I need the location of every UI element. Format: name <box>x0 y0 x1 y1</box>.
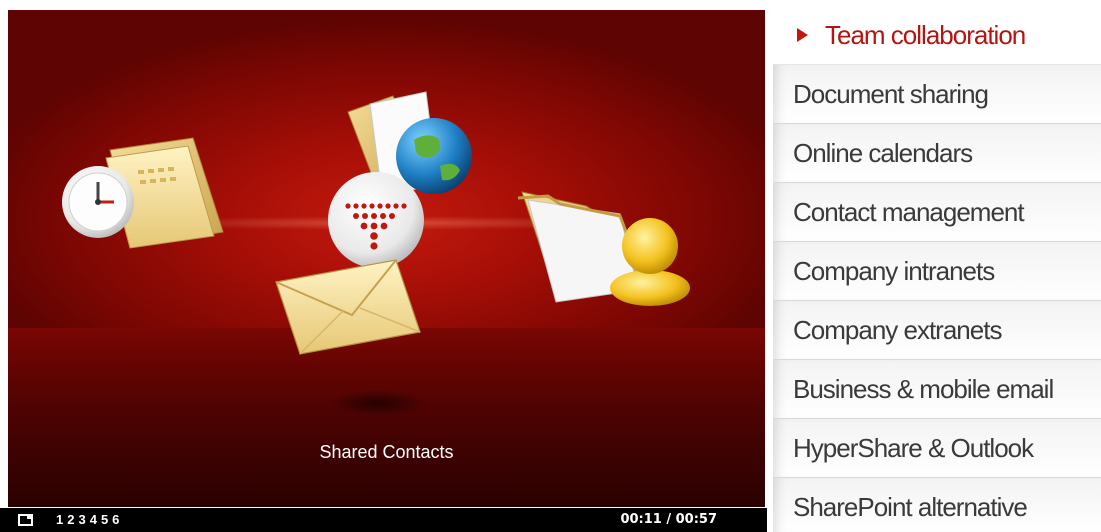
menu-item-label: Business & mobile email <box>793 374 1054 404</box>
menu-item-label: Team collaboration <box>825 20 1026 50</box>
menu-item-company-intranets[interactable]: Company intranets <box>773 242 1101 301</box>
calendar-clock-icon <box>62 137 224 249</box>
menu-item-contact-management[interactable]: Contact management <box>773 183 1101 242</box>
fullscreen-icon[interactable] <box>18 514 33 526</box>
video-stage[interactable]: Shared Contacts <box>8 10 765 507</box>
play-arrow-icon <box>797 28 808 42</box>
menu-item-label: Contact management <box>793 197 1025 227</box>
icon-shadow <box>330 390 426 416</box>
menu-item-sharepoint-alternative[interactable]: SharePoint alternative <box>773 478 1101 532</box>
menu-item-label: SharePoint alternative <box>793 492 1028 522</box>
video-player: Shared Contacts 1 2 3 4 5 6 00:11 / 00:5… <box>0 0 767 532</box>
chapter-4-button[interactable]: 4 <box>90 512 97 527</box>
chapter-5-button[interactable]: 5 <box>101 512 108 527</box>
menu-item-document-sharing[interactable]: Document sharing <box>773 65 1101 124</box>
chapter-1-button[interactable]: 1 <box>56 512 63 527</box>
menu-item-label: Company intranets <box>793 256 995 286</box>
video-caption: Shared Contacts <box>319 442 454 462</box>
menu-item-team-collaboration[interactable]: Team collaboration <box>773 6 1101 65</box>
chapter-3-button[interactable]: 3 <box>78 512 85 527</box>
menu-item-company-extranets[interactable]: Company extranets <box>773 301 1101 360</box>
feature-menu: Team collaboration Document sharing Onli… <box>767 0 1101 532</box>
menu-item-online-calendars[interactable]: Online calendars <box>773 124 1101 183</box>
hypershare-logo-icon <box>328 172 424 268</box>
menu-item-label: Document sharing <box>793 79 989 109</box>
menu-item-business-mobile-email[interactable]: Business & mobile email <box>773 360 1101 419</box>
player-control-bar: 1 2 3 4 5 6 00:11 / 00:57 <box>0 508 767 532</box>
menu-item-label: Online calendars <box>793 138 973 168</box>
timecode: 00:11 / 00:57 <box>620 512 717 527</box>
chapter-6-button[interactable]: 6 <box>112 512 119 527</box>
menu-item-hypershare-outlook[interactable]: HyperShare & Outlook <box>773 419 1101 478</box>
menu-item-label: HyperShare & Outlook <box>793 433 1034 463</box>
envelope-icon <box>275 259 421 355</box>
chapter-list: 1 2 3 4 5 6 <box>56 512 119 527</box>
feature-icons <box>62 91 690 355</box>
chapter-2-button[interactable]: 2 <box>67 512 74 527</box>
folder-contact-icon <box>517 191 690 306</box>
menu-item-label: Company extranets <box>793 315 1002 345</box>
